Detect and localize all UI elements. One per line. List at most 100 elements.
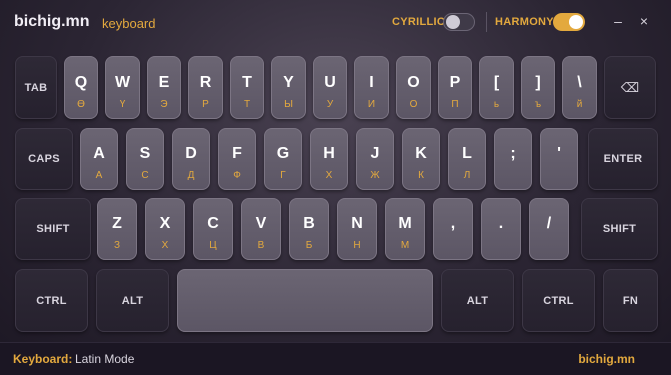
key-cyrillic-char: Ы [284,99,293,110]
key-cyrillic-char: Э [160,99,168,110]
key-cyrillic-char: Ф [233,170,241,181]
key-latin-char: [ [493,73,500,91]
key-cyrillic-char: П [451,99,459,110]
key-cyrillic-char: Ж [370,170,380,181]
key-label: SHIFT [36,223,70,235]
key-\[interactable]: \ й [562,56,597,119]
key-N[interactable]: NН [337,198,377,260]
alt-left-key[interactable]: ALT [96,269,169,332]
key-J[interactable]: JЖ [356,128,394,190]
key-latin-char: F [232,145,242,162]
cyrillic-toggle[interactable] [443,13,475,31]
key-cyrillic-char: ь [493,99,500,110]
key-P[interactable]: PП [438,56,472,119]
key-latin-char: Z [112,215,122,232]
key-latin-char: Q [74,73,88,91]
key-latin-char: / [546,215,552,232]
key-cyrillic-char: Х [161,240,169,251]
key-;[interactable]: ; [494,128,532,190]
key-latin-char: K [415,145,427,162]
status-brand: bichig.mn [578,352,635,366]
key-Q[interactable]: QӨ [64,56,98,119]
key-F[interactable]: FФ [218,128,256,190]
ctrl-right-key[interactable]: CTRL [522,269,595,332]
cyrillic-toggle-label: CYRILLIC [392,16,446,28]
key-label: TAB [24,81,48,94]
key-latin-char: W [114,73,131,91]
key-[[interactable]: [ь [479,56,514,119]
key-B[interactable]: BБ [289,198,329,260]
key-latin-char: J [370,145,380,162]
key-,[interactable]: , [433,198,473,260]
key-label: ENTER [603,153,643,165]
key-cyrillic-char: Г [280,170,286,181]
key-S[interactable]: SС [126,128,164,190]
key-T[interactable]: TТ [230,56,264,119]
key-R[interactable]: RР [188,56,223,119]
key-cyrillic-char: Ц [209,240,217,251]
key-cyrillic-char: Х [325,170,333,181]
enter-key[interactable]: ENTER [588,128,658,190]
key-H[interactable]: HХ [310,128,348,190]
key-I[interactable]: IИ [354,56,389,119]
key-latin-char: P [449,73,461,91]
key-latin-char: C [207,215,219,232]
shift-right-key[interactable]: SHIFT [581,198,658,260]
key-W[interactable]: WҮ [105,56,140,119]
backspace-key[interactable]: ⌫ [604,56,656,119]
key-][interactable]: ] ъ [521,56,555,119]
alt-right-key[interactable]: ALT [441,269,514,332]
space-key[interactable] [177,269,433,332]
toggle-knob [569,15,583,29]
key-cyrillic-char: М [400,240,410,251]
key-Z[interactable]: ZЗ [97,198,137,260]
close-button[interactable]: × [636,13,652,29]
key-'[interactable]: ' [540,128,578,190]
shift-left-key[interactable]: SHIFT [15,198,91,260]
key-cyrillic-char: ъ [534,99,542,110]
title-bar: bichig.mn keyboard CYRILLIC HARMONY – × [0,0,671,46]
harmony-toggle[interactable] [553,13,585,31]
key-X[interactable]: XХ [145,198,185,260]
key-cyrillic-char: Ү [119,99,126,110]
key-.[interactable]: . [481,198,521,260]
key-C[interactable]: CЦ [193,198,233,260]
key-latin-char: ; [510,145,516,162]
key-latin-char: Y [283,73,294,91]
key-L[interactable]: LЛ [448,128,486,190]
key-K[interactable]: KК [402,128,440,190]
tab-key[interactable]: TAB [15,56,57,119]
ctrl-left-key[interactable]: CTRL [15,269,88,332]
key-V[interactable]: VВ [241,198,281,260]
key-Y[interactable]: YЫ [271,56,306,119]
status-mode: Latin Mode [75,352,135,366]
key-label: ALT [121,294,144,307]
key-G[interactable]: GГ [264,128,302,190]
key-D[interactable]: DД [172,128,210,190]
key-latin-char: E [158,73,170,91]
status-label: Keyboard: [13,352,73,366]
key-latin-char: U [324,73,336,91]
key-cyrillic-char: И [367,99,376,110]
key-cyrillic-char: Ө [77,99,85,110]
key-latin-char: ] [535,73,541,91]
key-latin-char: I [369,73,374,91]
key-label: CTRL [543,294,574,307]
app-brand: bichig.mn [14,13,90,30]
key-U[interactable]: UУ [313,56,347,119]
minimize-button[interactable]: – [610,13,626,29]
fn-key[interactable]: FN [603,269,658,332]
key-E[interactable]: EЭ [147,56,181,119]
key-M[interactable]: MМ [385,198,425,260]
key-cyrillic-char: С [141,170,149,181]
key-A[interactable]: AА [80,128,118,190]
backspace-icon: ⌫ [620,79,640,95]
key-cyrillic-char: Б [305,240,313,251]
key-O[interactable]: OО [396,56,431,119]
status-bar: Keyboard: Latin Mode bichig.mn [0,342,671,375]
caps-key[interactable]: CAPS [15,128,73,190]
key-cyrillic-char: З [113,240,121,251]
key-latin-char: V [255,215,267,232]
key-/[interactable]: / [529,198,569,260]
key-label: CTRL [36,294,67,307]
